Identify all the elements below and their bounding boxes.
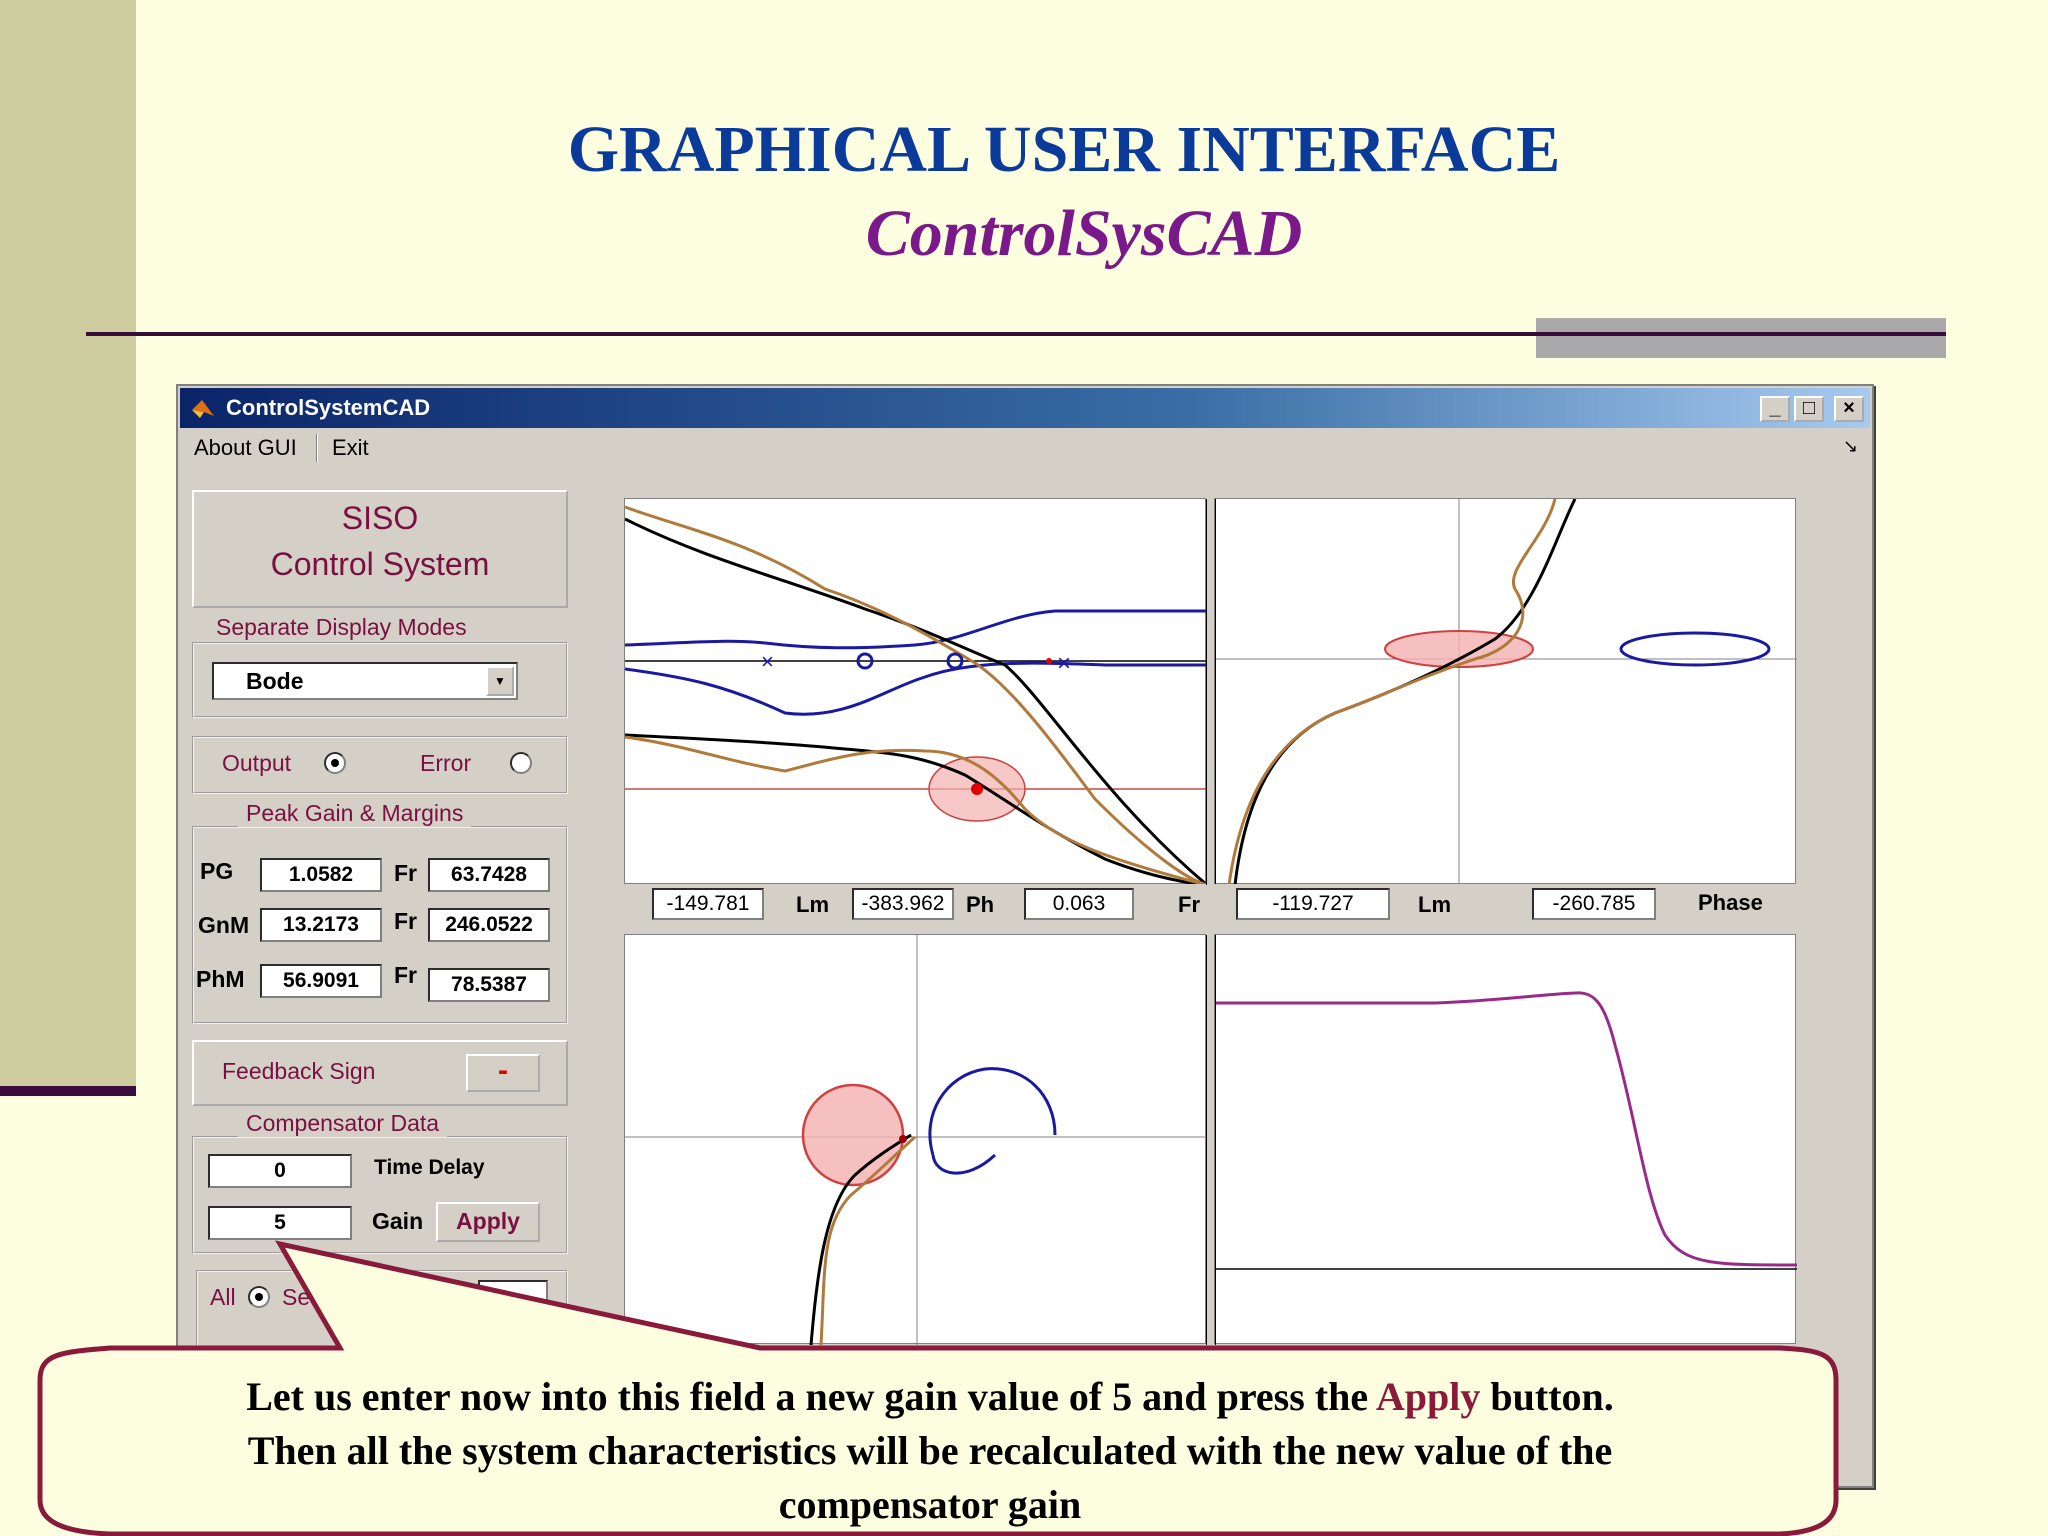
gain-label: Gain	[372, 1208, 424, 1234]
nichols-readout-bar: -119.727 Lm -260.785 Phase	[1214, 884, 1796, 924]
slide-left-bar-line	[0, 1086, 136, 1096]
output-error-frame: Output Error	[192, 736, 568, 794]
slide-gray-block	[1536, 318, 1946, 358]
gnm-fr-value[interactable]: 246.0522	[428, 908, 550, 942]
phm-value[interactable]: 56.9091	[260, 964, 382, 998]
time-delay-input[interactable]: 0	[208, 1154, 352, 1188]
callout-text: Let us enter now into this field a new g…	[80, 1370, 1780, 1532]
bode-fr-label: Fr	[1178, 892, 1200, 917]
svg-text:×: ×	[1057, 650, 1071, 677]
feedback-sign-panel: Feedback Sign -	[192, 1040, 568, 1106]
time-delay-label: Time Delay	[374, 1156, 485, 1179]
nichols-phase-label: Phase	[1698, 890, 1763, 915]
pg-fr-label: Fr	[394, 860, 417, 886]
display-mode-value: Bode	[246, 668, 304, 694]
nichols-phase-value[interactable]: -260.785	[1532, 888, 1656, 920]
bode-lm-value[interactable]: -149.781	[652, 888, 764, 920]
callout-apply-word: Apply	[1375, 1374, 1481, 1419]
display-mode-select[interactable]: Bode ▼	[212, 662, 518, 700]
step-response-canvas	[1214, 935, 1798, 1345]
callout-line-1: Let us enter now into this field a new g…	[246, 1374, 1614, 1419]
feedback-sign-button[interactable]: -	[466, 1054, 540, 1092]
bode-ph-value[interactable]: -383.962	[852, 888, 954, 920]
plot-select-frame: All Se	[196, 1270, 568, 1350]
menu-exit[interactable]: Exit	[322, 434, 379, 462]
menu-separator	[316, 434, 318, 462]
phm-label: PhM	[196, 966, 245, 992]
siso-title: SISO	[341, 500, 419, 536]
bode-plot-canvas: × ×	[624, 499, 1208, 887]
all-label: All	[210, 1284, 236, 1310]
plot-select-dropdown[interactable]	[478, 1280, 548, 1314]
bode-readout-bar: -149.781 Lm -383.962 Ph 0.063 Fr	[624, 884, 1206, 924]
menu-bar: About GUI Exit ↘	[180, 430, 1870, 466]
output-radio[interactable]	[324, 752, 346, 774]
output-label: Output	[222, 750, 292, 776]
menu-about-gui[interactable]: About GUI	[184, 434, 307, 462]
bode-fr-value[interactable]: 0.063	[1024, 888, 1134, 920]
siso-header-panel: SISO Control System	[192, 490, 568, 608]
slide-title: GRAPHICAL USER INTERFACE	[567, 113, 1561, 186]
slide-rule-accent	[1536, 332, 1946, 336]
slide-subtitle: ControlSysCAD	[865, 197, 1303, 270]
control-system-title: Control System	[270, 546, 490, 582]
window-title: ControlSystemCAD	[226, 395, 431, 420]
chevron-down-icon[interactable]: ▼	[486, 666, 514, 696]
nichols-lm-label: Lm	[1418, 892, 1451, 917]
minimize-button[interactable]: _	[1760, 396, 1790, 422]
apply-button[interactable]: Apply	[436, 1202, 540, 1242]
margins-title: Peak Gain & Margins	[238, 800, 472, 827]
compensator-data-frame: 0 Time Delay 5 Gain Apply	[192, 1136, 568, 1254]
bode-plot[interactable]: × ×	[624, 498, 1208, 887]
display-modes-title: Separate Display Modes	[208, 614, 475, 641]
bode-ph-label: Ph	[966, 892, 995, 917]
maximize-button[interactable]: □	[1794, 396, 1824, 422]
nichols-lm-value[interactable]: -119.727	[1236, 888, 1390, 920]
matlab-logo-icon	[192, 400, 214, 418]
compensator-data-title: Compensator Data	[238, 1110, 448, 1137]
gnm-label: GnM	[198, 912, 250, 938]
app-window: ControlSystemCAD _ □ × About GUI Exit ↘ …	[176, 384, 1874, 1488]
feedback-sign-label: Feedback Sign	[222, 1058, 376, 1084]
step-response-plot[interactable]	[1214, 934, 1798, 1345]
nichols-plot-canvas	[1214, 498, 1797, 886]
svg-text:×: ×	[761, 649, 774, 674]
window-titlebar[interactable]: ControlSystemCAD _ □ ×	[180, 388, 1870, 428]
pg-value[interactable]: 1.0582	[260, 858, 382, 892]
callout-line-2: Then all the system characteristics will…	[247, 1428, 1613, 1473]
gain-input[interactable]: 5	[208, 1206, 352, 1240]
peak-gain-margins-frame: PG 1.0582 Fr 63.7428 GnM 13.2173 Fr 246.…	[192, 826, 568, 1024]
all-radio[interactable]	[248, 1286, 270, 1308]
nyquist-plot[interactable]	[624, 934, 1208, 1346]
display-modes-frame: Bode ▼	[192, 642, 568, 718]
callout-line-3: compensator gain	[778, 1482, 1082, 1527]
gnm-value[interactable]: 13.2173	[260, 908, 382, 942]
nichols-plot[interactable]	[1214, 498, 1797, 886]
pg-fr-value[interactable]: 63.7428	[428, 858, 550, 892]
close-button[interactable]: ×	[1834, 396, 1864, 422]
nyquist-plot-canvas	[625, 935, 1208, 1346]
select-label: Se	[282, 1284, 311, 1310]
pg-label: PG	[200, 858, 234, 884]
dock-arrow-icon[interactable]: ↘	[1843, 436, 1858, 457]
error-radio[interactable]	[510, 752, 532, 774]
gnm-fr-label: Fr	[394, 908, 417, 934]
bode-lm-label: Lm	[796, 892, 829, 917]
phm-fr-value[interactable]: 78.5387	[428, 968, 550, 1002]
error-label: Error	[420, 750, 472, 776]
phm-fr-label: Fr	[394, 962, 417, 988]
